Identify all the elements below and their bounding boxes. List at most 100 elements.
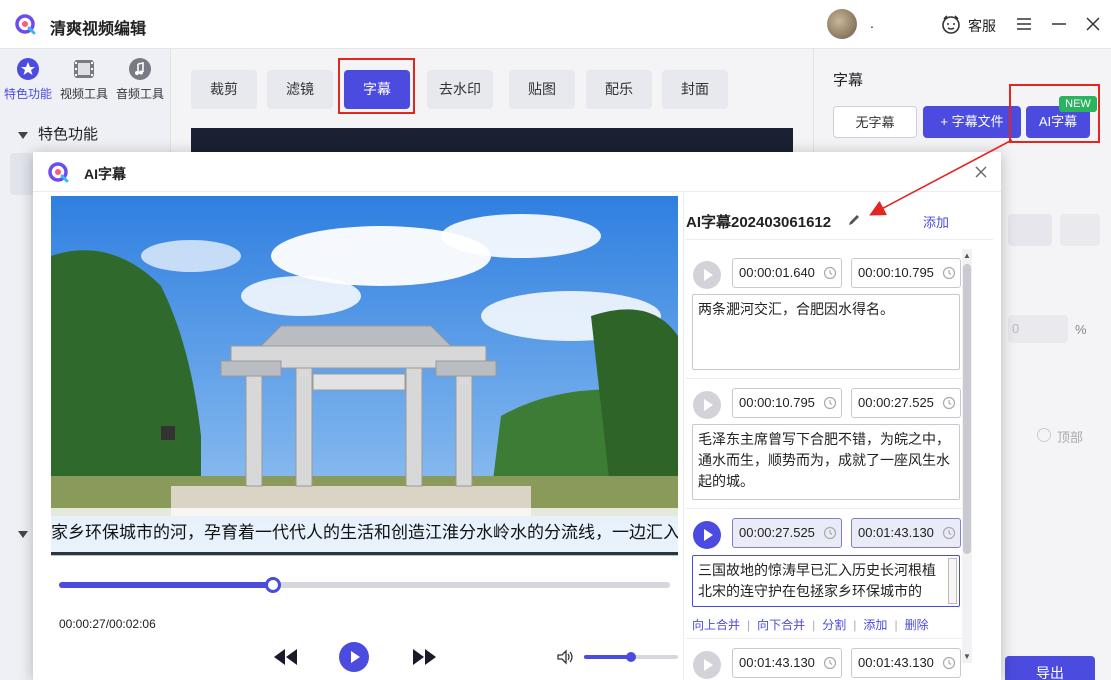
list-divider xyxy=(683,192,684,680)
end-time-value: 00:01:43.130 xyxy=(858,525,934,540)
segment-play-button[interactable] xyxy=(693,651,721,679)
tab-music[interactable]: 配乐 xyxy=(586,70,652,109)
app-logo-icon xyxy=(48,162,69,183)
export-button[interactable]: 导出 xyxy=(1005,656,1095,680)
segment-text-input[interactable]: 毛泽东主席曾写下合肥不错，为皖之中，通水而生，顺势而为，成就了一座风生水起的城。 xyxy=(692,424,960,500)
rewind-icon[interactable] xyxy=(271,642,301,672)
segment-start-time[interactable]: 00:01:43.130 xyxy=(732,648,842,678)
scroll-up-arrow[interactable]: ▲ xyxy=(962,251,972,260)
video-subtitle-text: 家乡环保城市的河，孕育着一代代人的生活和创造江淮分水岭水的分流线，一边汇入淮 xyxy=(51,523,678,542)
subtitle-segment-active: 00:00:27.525 00:01:43.130 三国故地的惊涛早已汇入历史长… xyxy=(689,518,961,636)
add-link[interactable]: 添加 xyxy=(863,618,887,632)
merge-down-link[interactable]: 向下合并 xyxy=(757,618,805,632)
volume-icon[interactable] xyxy=(555,647,575,667)
split-link[interactable]: 分割 xyxy=(822,618,846,632)
minimize-icon[interactable] xyxy=(1047,12,1071,36)
dialog-header: AI字幕 xyxy=(33,152,1001,192)
segment-end-time[interactable]: 00:01:43.130 xyxy=(851,518,961,548)
position-top-radio[interactable] xyxy=(1037,428,1051,442)
segment-play-button[interactable] xyxy=(693,521,721,549)
segment-start-time[interactable]: 00:00:01.640 xyxy=(732,258,842,288)
customer-service-icon[interactable] xyxy=(940,13,962,35)
segment-text-input[interactable]: 三国故地的惊涛早已汇入历史长河根植北宋的连守护在包拯家乡环保城市的 xyxy=(692,555,960,607)
tab-crop[interactable]: 裁剪 xyxy=(191,70,257,109)
ghost-select[interactable] xyxy=(1008,214,1052,246)
music-note-icon xyxy=(129,58,151,80)
segment-end-time[interactable]: 00:00:27.525 xyxy=(851,388,961,418)
video-preview-strip xyxy=(191,128,793,152)
volume-handle[interactable] xyxy=(626,652,636,662)
play-icon xyxy=(704,399,713,411)
sidebar-tab-label: 视频工具 xyxy=(59,87,108,101)
video-progress-handle[interactable] xyxy=(264,577,281,593)
clock-reset-icon[interactable] xyxy=(942,656,956,670)
merge-up-link[interactable]: 向上合并 xyxy=(692,618,740,632)
segment-play-button[interactable] xyxy=(693,391,721,419)
video-frame xyxy=(51,196,678,556)
clock-reset-icon[interactable] xyxy=(823,396,837,410)
play-icon[interactable] xyxy=(339,642,369,672)
segment-start-time[interactable]: 00:00:27.525 xyxy=(732,518,842,548)
text-scrollbar[interactable] xyxy=(948,558,957,604)
caret-down-icon xyxy=(18,131,28,139)
volume-slider[interactable] xyxy=(584,652,678,662)
subtitle-panel-title: 字幕 xyxy=(833,72,864,89)
delete-link[interactable]: 删除 xyxy=(905,618,929,632)
volume-fill xyxy=(584,655,631,659)
clock-reset-icon[interactable] xyxy=(942,526,956,540)
tab-sticker[interactable]: 贴图 xyxy=(509,70,575,109)
title-bar: 清爽视频编辑 . 客服 xyxy=(0,0,1111,49)
sidebar-tab-label: 特色功能 xyxy=(3,87,52,101)
sidebar-tab-video-tools[interactable]: 视频工具 xyxy=(56,57,112,102)
video-progress-track[interactable] xyxy=(59,577,670,593)
scroll-down-arrow[interactable]: ▼ xyxy=(962,652,972,661)
pencil-icon[interactable] xyxy=(847,213,861,227)
clock-reset-icon[interactable] xyxy=(942,396,956,410)
tab-filter[interactable]: 滤镜 xyxy=(267,70,333,109)
subtitle-list-add-link[interactable]: 添加 xyxy=(923,212,949,231)
subtitle-segment: 00:00:10.795 00:00:27.525 毛泽东主席曾写下合肥不错，为… xyxy=(689,388,961,504)
subtitle-list-scroll-thumb[interactable] xyxy=(963,264,971,554)
menu-icon[interactable] xyxy=(1012,12,1036,36)
segment-separator xyxy=(686,378,962,379)
star-icon xyxy=(17,58,39,80)
video-time-display: 00:00:27/00:02:06 xyxy=(59,617,156,631)
play-icon xyxy=(704,529,713,541)
tab-cover[interactable]: 封面 xyxy=(662,70,728,109)
video-progress-fill xyxy=(59,582,273,588)
ghost-field[interactable] xyxy=(1060,214,1100,246)
segment-end-time[interactable]: 00:01:43.130 xyxy=(851,648,961,678)
clock-reset-icon[interactable] xyxy=(823,656,837,670)
segment-actions: 向上合并 | 向下合并 | 分割 | 添加 | 删除 xyxy=(692,618,929,632)
no-subtitle-button[interactable]: 无字幕 xyxy=(833,106,917,138)
sidebar-tab-audio-tools[interactable]: 音频工具 xyxy=(112,57,168,102)
sidebar-tab-label: 音频工具 xyxy=(115,87,164,101)
film-icon xyxy=(74,60,94,78)
clock-reset-icon[interactable] xyxy=(942,266,956,280)
ai-subtitle-dialog: AI字幕 家乡环保城市的河，孕育着一代代人的生活和创造江淮分水岭水的分流线，一边… xyxy=(33,152,1001,680)
segment-play-button[interactable] xyxy=(693,261,721,289)
tab-remove-watermark[interactable]: 去水印 xyxy=(427,70,493,109)
tree-header-featured[interactable]: 特色功能 xyxy=(18,123,98,144)
caret-down-icon[interactable] xyxy=(18,531,28,538)
annotation-highlight-subtitle-tab xyxy=(338,58,415,114)
dialog-close-icon[interactable] xyxy=(971,162,991,182)
avatar[interactable] xyxy=(827,9,857,39)
annotation-highlight-ai-subtitle xyxy=(1009,84,1100,143)
segment-text-input[interactable]: 两条淝河交汇，合肥因水得名。 xyxy=(692,294,960,370)
ghost-percent-input[interactable]: 0 xyxy=(1008,315,1068,343)
subtitle-segment: 00:00:01.640 00:00:10.795 两条淝河交汇，合肥因水得名。 xyxy=(689,258,961,374)
clock-reset-icon[interactable] xyxy=(823,266,837,280)
video-player[interactable]: 家乡环保城市的河，孕育着一代代人的生活和创造江淮分水岭水的分流线，一边汇入淮 xyxy=(51,196,678,556)
customer-service-label[interactable]: 客服 xyxy=(968,16,996,36)
end-time-value: 00:00:10.795 xyxy=(858,265,934,280)
fast-forward-icon[interactable] xyxy=(409,642,439,672)
segment-end-time[interactable]: 00:00:10.795 xyxy=(851,258,961,288)
subtitle-file-button[interactable]: + 字幕文件 xyxy=(923,106,1021,138)
sidebar-tab-featured[interactable]: 特色功能 xyxy=(0,57,56,102)
close-icon[interactable] xyxy=(1081,12,1105,36)
user-name[interactable]: . xyxy=(870,15,874,31)
subtitle-segment: 00:01:43.130 00:01:43.130 xyxy=(689,648,961,680)
clock-reset-icon[interactable] xyxy=(823,526,837,540)
segment-start-time[interactable]: 00:00:10.795 xyxy=(732,388,842,418)
